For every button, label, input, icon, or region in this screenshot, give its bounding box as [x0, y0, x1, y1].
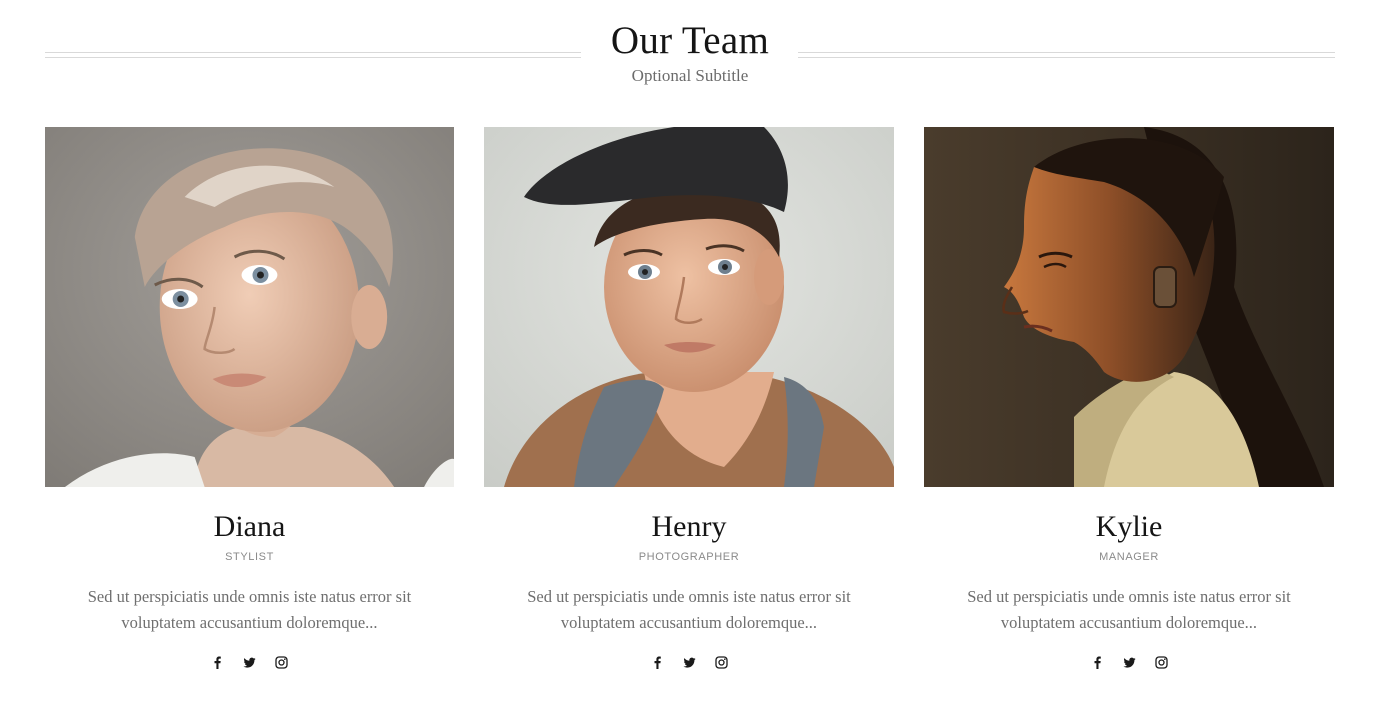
member-role: STYLIST [225, 551, 274, 563]
member-photo-henry [484, 127, 894, 487]
member-photo-kylie [924, 127, 1334, 487]
member-photo-image [924, 127, 1334, 487]
section-subtitle: Optional Subtitle [631, 66, 749, 85]
twitter-icon[interactable] [1123, 656, 1136, 669]
facebook-icon[interactable] [651, 656, 664, 669]
twitter-icon[interactable] [243, 656, 256, 669]
twitter-icon[interactable] [683, 656, 696, 669]
member-name: Kylie [1095, 510, 1163, 543]
team-member-card: Diana STYLIST Sed ut perspiciatis unde o… [45, 127, 454, 672]
facebook-icon[interactable] [211, 656, 224, 669]
member-photo-image [484, 127, 894, 487]
member-name: Diana [213, 510, 286, 543]
instagram-icon[interactable] [1154, 656, 1168, 669]
member-bio: Sed ut perspiciatis unde omnis iste natu… [87, 587, 412, 632]
team-section: Our Team Optional Subtitle Diana STYLIST… [0, 0, 1374, 716]
member-bio: Sed ut perspiciatis unde omnis iste natu… [527, 587, 851, 632]
member-role: PHOTOGRAPHER [638, 551, 740, 563]
section-title: Our Team [610, 19, 770, 62]
instagram-icon[interactable] [275, 656, 288, 669]
member-name: Henry [651, 510, 727, 543]
section-header: Our Team Optional Subtitle [45, 0, 1335, 100]
member-photo-image [45, 127, 454, 487]
social-links [45, 656, 454, 672]
team-member-card: Henry PHOTOGRAPHER Sed ut perspiciatis u… [484, 127, 894, 672]
member-bio: Sed ut perspiciatis unde omnis iste natu… [967, 587, 1291, 632]
member-role: MANAGER [1099, 551, 1159, 563]
facebook-icon[interactable] [1091, 656, 1104, 669]
social-links [924, 656, 1334, 672]
team-member-card: Kylie MANAGER Sed ut perspiciatis unde o… [924, 127, 1334, 672]
instagram-icon[interactable] [714, 656, 728, 669]
member-photo-diana [45, 127, 454, 487]
social-links [484, 656, 894, 672]
